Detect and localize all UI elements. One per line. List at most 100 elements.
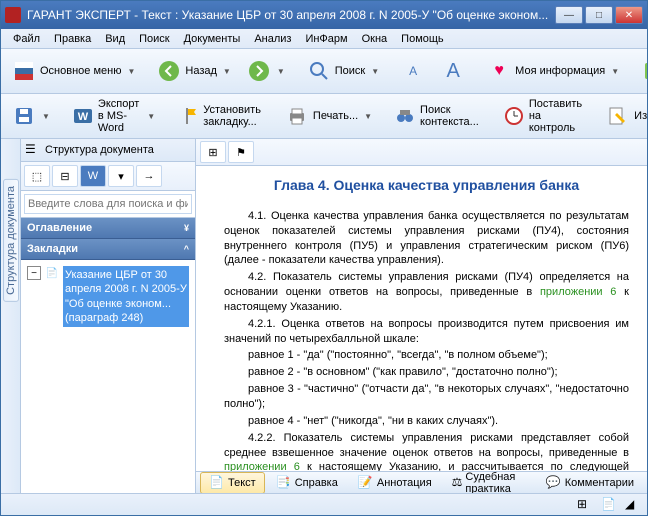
titlebar: ГАРАНТ ЭКСПЕРТ - Текст : Указание ЦБР от… xyxy=(1,1,647,29)
bookmark-button[interactable]: Установить закладку... xyxy=(170,97,270,135)
font-smaller-button[interactable]: A xyxy=(394,52,432,90)
link-appendix6[interactable]: приложении 6 xyxy=(224,461,300,471)
document-content[interactable]: Глава 4. Оценка качества управления банк… xyxy=(196,166,647,471)
bookmarks-header[interactable]: Закладки^ xyxy=(21,239,195,260)
paragraph: 4.2. Показатель системы управления риска… xyxy=(224,270,629,315)
minus-icon[interactable]: − xyxy=(27,266,41,280)
tab-help[interactable]: 📑Справка xyxy=(267,472,347,494)
tasks-button[interactable]: Панель задач xyxy=(634,52,647,90)
font-larger-icon: A xyxy=(441,59,465,83)
myinfo-button[interactable]: ♥ Моя информация▼ xyxy=(480,52,626,90)
tab-text[interactable]: 📄Текст xyxy=(200,472,265,494)
font-larger-button[interactable]: A xyxy=(434,52,472,90)
toc-header[interactable]: Оглавление¥ xyxy=(21,218,195,239)
chevron-down-icon: ▼ xyxy=(42,112,50,121)
doc-mini-toolbar: ⊞ ⚑ xyxy=(196,139,647,166)
heart-icon: ♥ xyxy=(487,59,511,83)
paragraph: равное 3 - "частично" ("отчасти да", "в … xyxy=(224,382,629,412)
changes-button[interactable]: Измене... xyxy=(599,97,647,135)
doc-tb-btn2[interactable]: ⚑ xyxy=(228,141,254,163)
main-menu-button[interactable]: Основное меню▼ xyxy=(5,52,142,90)
vertical-tab[interactable]: Структура документа xyxy=(1,139,21,493)
doc-tb-btn1[interactable]: ⊞ xyxy=(200,141,226,163)
toolbar-main: Основное меню▼ Назад▼ ▼ Поиск▼ A A ♥ Моя… xyxy=(1,49,647,94)
doc-icon: 📄 xyxy=(45,266,59,280)
sidebar-tb-btn1[interactable]: ⬚ xyxy=(24,165,50,187)
chevron-down-icon: ▼ xyxy=(147,112,155,121)
menubar: Файл Правка Вид Поиск Документы Анализ И… xyxy=(1,29,647,49)
printer-icon xyxy=(285,104,309,128)
sidebar-search xyxy=(21,191,195,218)
paragraph: равное 1 - "да" ("постоянно", "всегда", … xyxy=(224,348,629,363)
structure-icon: ☰ xyxy=(25,142,41,158)
comments-icon: 💬 xyxy=(546,475,562,491)
chevron-down-icon: ▼ xyxy=(364,112,372,121)
menu-documents[interactable]: Документы xyxy=(178,31,247,47)
menu-view[interactable]: Вид xyxy=(99,31,131,47)
paragraph: 4.2.1. Оценка ответов на вопросы произво… xyxy=(224,317,629,347)
chevron-down-icon: ▼ xyxy=(611,67,619,76)
menu-file[interactable]: Файл xyxy=(7,31,46,47)
chevron-down-icon: ▼ xyxy=(127,67,135,76)
sidebar-tb-btn3[interactable]: W xyxy=(80,165,106,187)
tree-item-label: Указание ЦБР от 30 апреля 2008 г. N 2005… xyxy=(63,266,189,327)
tab-comments[interactable]: 💬Комментарии xyxy=(537,472,643,494)
link-appendix6[interactable]: приложении 6 xyxy=(540,286,616,298)
font-smaller-icon: A xyxy=(401,59,425,83)
app-icon xyxy=(5,7,21,23)
sidebar-tb-btn5[interactable]: → xyxy=(136,165,162,187)
sidebar-toolbar: ⬚ ⊟ W ▾ → xyxy=(21,162,195,191)
edit-icon xyxy=(606,104,630,128)
svg-text:W: W xyxy=(78,111,89,123)
search-icon xyxy=(307,59,331,83)
paragraph: равное 4 - "нет" ("никогда", "ни в каких… xyxy=(224,414,629,429)
save-button[interactable]: ▼ xyxy=(5,97,57,135)
status-icon1[interactable]: ⊞ xyxy=(577,497,593,513)
export-word-button[interactable]: W Экспорт в MS-Word▼ xyxy=(65,97,162,135)
maximize-button[interactable]: □ xyxy=(585,6,613,24)
chevron-down-icon: ▼ xyxy=(371,67,379,76)
save-icon xyxy=(12,104,36,128)
menu-windows[interactable]: Окна xyxy=(356,31,394,47)
menu-help[interactable]: Помощь xyxy=(395,31,450,47)
chevron-down-icon: ¥ xyxy=(184,223,189,233)
chevron-up-icon: ^ xyxy=(184,244,189,254)
back-button[interactable]: Назад▼ xyxy=(150,52,237,90)
bookmark-tree: − 📄 Указание ЦБР от 30 апреля 2008 г. N … xyxy=(21,260,195,493)
status-icon3[interactable]: ◢ xyxy=(625,497,641,513)
print-button[interactable]: Печать...▼ xyxy=(278,97,379,135)
search-input[interactable] xyxy=(24,194,192,214)
bottom-tabs: 📄Текст 📑Справка 📝Аннотация ⚖Судебная пра… xyxy=(196,471,647,493)
menu-analysis[interactable]: Анализ xyxy=(248,31,297,47)
menu-edit[interactable]: Правка xyxy=(48,31,97,47)
tasks-icon xyxy=(641,59,647,83)
context-search-button[interactable]: Поиск контекста... xyxy=(387,97,488,135)
bookmark-flag-icon xyxy=(177,104,199,128)
status-icon2[interactable]: 📄 xyxy=(601,497,617,513)
tab-court[interactable]: ⚖Судебная практика xyxy=(443,468,535,494)
tab-annotation[interactable]: 📝Аннотация xyxy=(349,472,441,494)
forward-button[interactable]: ▼ xyxy=(240,52,292,90)
statusbar: ⊞ 📄 ◢ xyxy=(1,493,647,515)
sidebar-tb-btn4[interactable]: ▾ xyxy=(108,165,134,187)
chevron-down-icon: ▼ xyxy=(223,67,231,76)
close-button[interactable]: ✕ xyxy=(615,6,643,24)
sidebar-header: ☰ Структура документа xyxy=(21,139,195,162)
back-icon xyxy=(157,59,181,83)
word-icon: W xyxy=(72,104,94,128)
control-button[interactable]: Поставить на контроль xyxy=(496,97,591,135)
sidebar: ☰ Структура документа ⬚ ⊟ W ▾ → Оглавлен… xyxy=(21,139,196,493)
menu-inform[interactable]: ИнФарм xyxy=(299,31,353,47)
binoculars-icon xyxy=(394,104,416,128)
tree-item[interactable]: − 📄 Указание ЦБР от 30 апреля 2008 г. N … xyxy=(25,264,191,329)
help-icon: 📑 xyxy=(276,475,292,491)
clock-control-icon xyxy=(503,104,525,128)
search-button[interactable]: Поиск▼ xyxy=(300,52,386,90)
forward-icon xyxy=(247,59,271,83)
text-icon: 📄 xyxy=(209,475,225,491)
minimize-button[interactable]: — xyxy=(555,6,583,24)
sidebar-tb-btn2[interactable]: ⊟ xyxy=(52,165,78,187)
flag-icon xyxy=(12,59,36,83)
window-title: ГАРАНТ ЭКСПЕРТ - Текст : Указание ЦБР от… xyxy=(27,8,555,22)
menu-search[interactable]: Поиск xyxy=(133,31,175,47)
